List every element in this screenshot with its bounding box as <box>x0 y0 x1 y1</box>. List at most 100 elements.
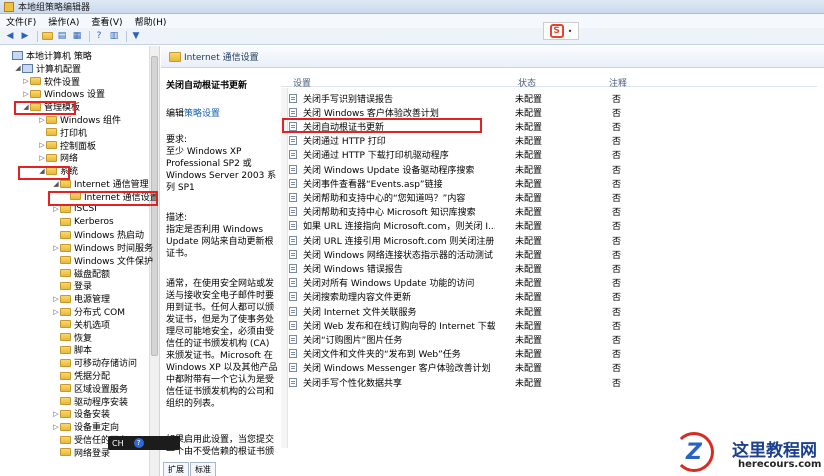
table-row[interactable]: 关闭 Web 发布和在线订购向导的 Internet 下载 未配置 否 <box>281 318 817 332</box>
table-row[interactable]: 关闭 Windows Messenger 客户体验改善计划 未配置 否 <box>281 361 817 375</box>
description-title: 关闭自动根证书更新 <box>166 81 248 91</box>
tab-extended[interactable]: 扩展 <box>163 462 189 476</box>
tree-item[interactable]: 凭据分配 <box>52 369 110 382</box>
table-row[interactable]: 关闭手写个性化数据共享 未配置 否 <box>281 375 817 389</box>
tree-item[interactable]: 磁盘配额 <box>52 267 110 280</box>
expand-arrow-icon[interactable]: ▷ <box>38 154 46 162</box>
folder-icon <box>60 409 71 418</box>
table-row[interactable]: 关闭对所有 Windows Update 功能的访问 未配置 否 <box>281 276 817 290</box>
folder-icon <box>60 307 71 316</box>
expand-arrow-icon[interactable]: ◢ <box>52 180 60 188</box>
setting-name: 关闭 Windows 网络连接状态指示器的活动测试 <box>303 250 493 261</box>
tree-item[interactable]: ▷ Windows 时间服务 <box>52 241 153 254</box>
setting-state: 未配置 <box>515 151 543 162</box>
tree-item[interactable]: 关机选项 <box>52 318 110 331</box>
expand-arrow-icon[interactable]: ▷ <box>52 308 60 316</box>
help-icon[interactable]: ? <box>93 30 105 42</box>
table-row[interactable]: 关闭帮助和支持中心 Microsoft 知识库搜索 未配置 否 <box>281 205 817 219</box>
folder-icon <box>60 345 71 354</box>
show-tree-icon[interactable]: ▤ <box>56 30 68 42</box>
tree-item[interactable]: ▷ Windows 设置 <box>22 87 105 100</box>
folder-icon <box>60 281 71 290</box>
table-row[interactable]: 关闭搜索助理内容文件更新 未配置 否 <box>281 290 817 304</box>
tree-item[interactable]: ◢ 计算机配置 <box>14 62 81 75</box>
table-row[interactable]: 关闭通过 HTTP 打印 未配置 否 <box>281 134 817 148</box>
toolbar-separator <box>89 30 90 42</box>
table-row[interactable]: 关闭 Windows 网络连接状态指示器的活动测试 未配置 否 <box>281 247 817 261</box>
table-row[interactable]: 如果 URL 连接指向 Microsoft.com，则关闭 I... 未配置 否 <box>281 219 817 233</box>
expand-arrow-icon[interactable]: ▷ <box>52 205 60 213</box>
column-state[interactable]: 状态 <box>518 76 536 89</box>
tree-item-label: Internet 通信管理 <box>74 180 149 190</box>
setting-state: 未配置 <box>515 108 543 119</box>
setting-state: 未配置 <box>515 236 543 247</box>
expand-arrow-icon[interactable]: ▷ <box>38 141 46 149</box>
column-setting[interactable]: 设置 <box>293 76 311 89</box>
back-arrow-icon[interactable]: ◀ <box>4 30 16 42</box>
tree-item[interactable]: 本地计算机 策略 <box>4 49 92 62</box>
tree-item[interactable]: ▷ 分布式 COM <box>52 305 125 318</box>
table-row[interactable]: 关闭帮助和支持中心的“您知道吗？”内容 未配置 否 <box>281 190 817 204</box>
tree-item[interactable]: Windows 文件保护 <box>52 254 153 267</box>
ime-language-bar[interactable]: CH ? <box>108 436 180 450</box>
folder-icon <box>30 77 41 86</box>
edit-policy-link[interactable]: 策略设置 <box>184 109 220 119</box>
table-row[interactable]: 关闭通过 HTTP 下载打印机驱动程序 未配置 否 <box>281 148 817 162</box>
expand-arrow-icon[interactable]: ▷ <box>52 295 60 303</box>
table-row[interactable]: 关闭 Windows 错误报告 未配置 否 <box>281 261 817 275</box>
expand-arrow-icon[interactable]: ▷ <box>52 410 60 418</box>
setting-comment: 否 <box>612 350 622 361</box>
expand-arrow-icon[interactable]: ▷ <box>38 116 46 124</box>
table-row[interactable]: 关闭 Internet 文件关联服务 未配置 否 <box>281 304 817 318</box>
tree-item[interactable]: 脚本 <box>52 343 92 356</box>
tree-item[interactable]: 可移动存储访问 <box>52 356 137 369</box>
filter-icon[interactable]: ▼ <box>130 30 142 42</box>
tree-item[interactable]: Windows 热启动 <box>52 228 144 241</box>
expand-arrow-icon[interactable]: ▷ <box>22 77 30 85</box>
tab-standard[interactable]: 标准 <box>190 462 216 476</box>
forward-arrow-icon[interactable]: ▶ <box>19 30 31 42</box>
tree-item[interactable]: 登录 <box>52 279 92 292</box>
ime-help-icon[interactable]: ? <box>133 438 144 448</box>
scroll-thumb[interactable] <box>151 56 158 356</box>
tree-item[interactable]: 打印机 <box>38 126 87 139</box>
tree-item[interactable]: 驱动程序安装 <box>52 395 128 408</box>
tree-item[interactable]: ▷ 设备安装 <box>52 407 110 420</box>
tree-item[interactable]: 恢复 <box>52 331 92 344</box>
expand-arrow-icon[interactable]: ▷ <box>52 423 60 431</box>
tree-item[interactable]: ▷ 网络 <box>38 151 78 164</box>
menu-view[interactable]: 查看(V) <box>91 15 122 28</box>
tree-item-label: 软件设置 <box>44 77 81 88</box>
tree-item[interactable]: Kerberos <box>52 215 114 228</box>
setting-state: 未配置 <box>515 350 543 361</box>
table-row[interactable]: 关闭“订购图片”图片任务 未配置 否 <box>281 332 817 346</box>
watermark-logo: Z <box>674 432 714 472</box>
setting-name: 关闭 Windows 客户体验改善计划 <box>303 108 439 119</box>
table-row[interactable]: 关闭文件和文件夹的“发布到 Web”任务 未配置 否 <box>281 347 817 361</box>
table-row[interactable]: 关闭事件查看器“Events.asp”链接 未配置 否 <box>281 176 817 190</box>
toolbar: ◀ ▶ ▤ ▦ ? ▥ ▼ <box>0 28 824 45</box>
tree-item[interactable]: ▷ 软件设置 <box>22 75 80 88</box>
tree-item-label: 本地计算机 策略 <box>26 52 92 62</box>
properties-icon[interactable]: ▥ <box>108 30 120 42</box>
tree-item[interactable]: ▷ 设备重定向 <box>52 420 119 433</box>
menu-file[interactable]: 文件(F) <box>6 15 36 28</box>
up-folder-icon[interactable] <box>41 30 53 42</box>
ime-indicator[interactable]: S • <box>543 22 579 40</box>
watermark-logo-letter: Z <box>686 439 702 465</box>
folder-icon <box>60 333 71 342</box>
tree-item[interactable]: ▷ 电源管理 <box>52 292 110 305</box>
tree-item[interactable]: 网络登录 <box>52 446 110 459</box>
expand-arrow-icon[interactable]: ▷ <box>22 90 30 98</box>
tree-item[interactable]: ▷ 控制面板 <box>38 139 96 152</box>
tree-item[interactable]: 区域设置服务 <box>52 382 128 395</box>
table-row[interactable]: 关闭 Windows Update 设备驱动程序搜索 未配置 否 <box>281 162 817 176</box>
menu-action[interactable]: 操作(A) <box>48 15 79 28</box>
expand-arrow-icon[interactable]: ◢ <box>14 64 22 72</box>
table-row[interactable]: 关闭手写识别错误报告 未配置 否 <box>281 91 817 105</box>
table-row[interactable]: 关闭 URL 连接引用 Microsoft.com 则关闭注册 未配置 否 <box>281 233 817 247</box>
expand-arrow-icon[interactable]: ▷ <box>52 244 60 252</box>
column-comment[interactable]: 注释 <box>609 76 627 89</box>
export-icon[interactable]: ▦ <box>71 30 83 42</box>
menu-help[interactable]: 帮助(H) <box>135 15 167 28</box>
